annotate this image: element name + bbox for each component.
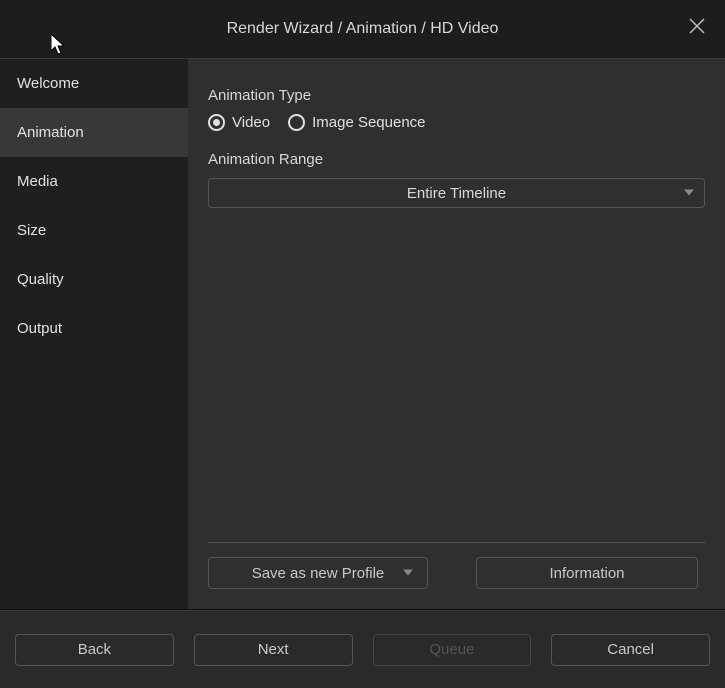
radio-icon	[288, 114, 305, 131]
button-label: Queue	[429, 641, 474, 658]
sidebar-item-label: Media	[17, 173, 58, 190]
chevron-down-icon	[684, 185, 694, 202]
spacer	[208, 208, 705, 542]
radio-label: Image Sequence	[312, 114, 425, 131]
sidebar-item-welcome[interactable]: Welcome	[0, 59, 188, 108]
button-label: Back	[78, 641, 111, 658]
body: Welcome Animation Media Size Quality Out…	[0, 58, 725, 610]
sidebar-item-media[interactable]: Media	[0, 157, 188, 206]
button-label: Cancel	[607, 641, 654, 658]
button-label: Information	[549, 565, 624, 582]
sidebar-item-label: Output	[17, 320, 62, 337]
animation-type-label: Animation Type	[208, 87, 705, 104]
cancel-button[interactable]: Cancel	[551, 634, 710, 666]
sidebar-item-label: Animation	[17, 124, 84, 141]
radio-icon	[208, 114, 225, 131]
chevron-down-icon	[403, 565, 413, 582]
dropdown-value: Entire Timeline	[407, 185, 506, 202]
queue-button: Queue	[373, 634, 532, 666]
button-label: Next	[258, 641, 289, 658]
save-as-new-profile-button[interactable]: Save as new Profile	[208, 557, 428, 589]
sidebar-item-output[interactable]: Output	[0, 304, 188, 353]
sidebar-item-size[interactable]: Size	[0, 206, 188, 255]
radio-image-sequence[interactable]: Image Sequence	[288, 114, 425, 131]
secondary-button-row: Save as new Profile Information	[208, 557, 705, 589]
animation-type-radios: Video Image Sequence	[208, 114, 705, 131]
back-button[interactable]: Back	[15, 634, 174, 666]
radio-video[interactable]: Video	[208, 114, 270, 131]
close-icon	[688, 17, 706, 40]
animation-range-dropdown[interactable]: Entire Timeline	[208, 178, 705, 208]
content-panel: Animation Type Video Image Sequence Anim…	[188, 59, 725, 609]
radio-label: Video	[232, 114, 270, 131]
sidebar-item-label: Welcome	[17, 75, 79, 92]
next-button[interactable]: Next	[194, 634, 353, 666]
footer: Back Next Queue Cancel	[0, 610, 725, 688]
titlebar: Render Wizard / Animation / HD Video	[0, 0, 725, 58]
information-button[interactable]: Information	[476, 557, 698, 589]
sidebar: Welcome Animation Media Size Quality Out…	[0, 59, 188, 609]
sidebar-item-quality[interactable]: Quality	[0, 255, 188, 304]
window-title: Render Wizard / Animation / HD Video	[227, 20, 499, 38]
animation-range-label: Animation Range	[208, 151, 705, 168]
button-label: Save as new Profile	[252, 565, 385, 582]
sidebar-item-label: Quality	[17, 271, 64, 288]
close-button[interactable]	[683, 14, 711, 42]
sidebar-item-label: Size	[17, 222, 46, 239]
sidebar-item-animation[interactable]: Animation	[0, 108, 188, 157]
divider	[208, 542, 705, 543]
